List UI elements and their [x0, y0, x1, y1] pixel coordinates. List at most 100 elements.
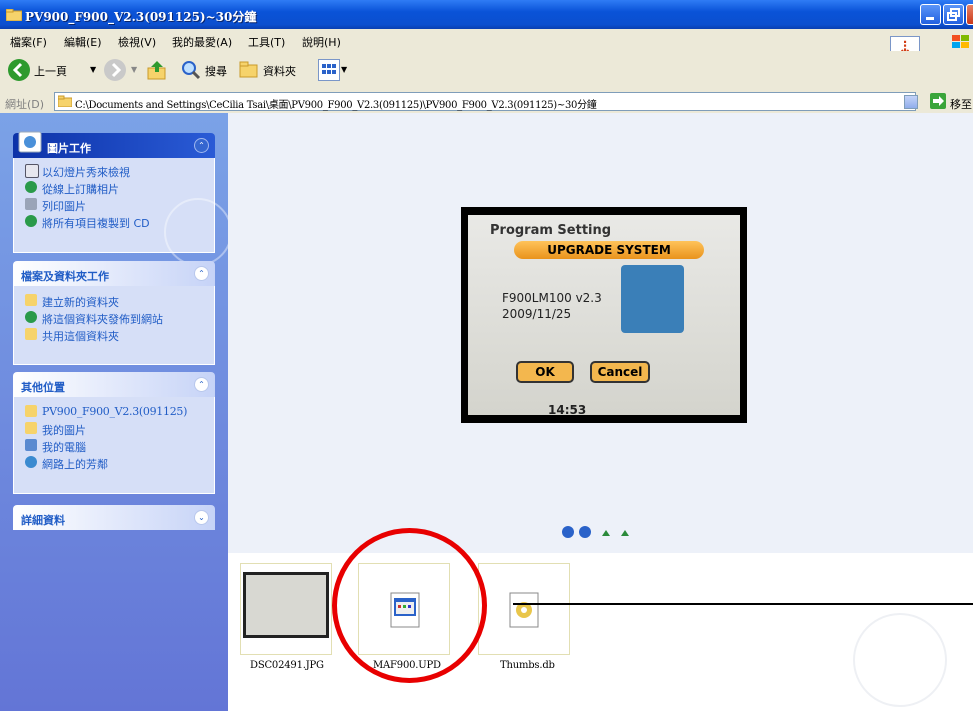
up-folder-icon[interactable] — [146, 59, 168, 81]
restore-button[interactable] — [943, 4, 964, 25]
forward-arrow-icon[interactable] — [104, 59, 126, 81]
file-tasks-panel: 檔案及資料夾工作 ⌃ 建立新的資料夾 將這個資料夾發佈到網站 共用這個資料夾 — [13, 261, 215, 365]
file-thumbnail[interactable] — [240, 563, 332, 655]
menu-file[interactable]: 檔案(F) — [10, 34, 47, 50]
network-icon — [25, 456, 37, 468]
search-icon[interactable] — [180, 59, 202, 81]
search-button[interactable]: 搜尋 — [205, 63, 227, 79]
share-folder-link[interactable]: 共用這個資料夾 — [14, 326, 214, 343]
file-name[interactable]: MAF900.UPD — [373, 660, 441, 671]
firmware-version: F900LM100 v2.3 — [502, 291, 602, 305]
panel-title: 圖片工作 — [47, 142, 91, 155]
picture-tasks-header[interactable]: 圖片工作 ⌃ — [13, 131, 215, 158]
task-pane: 圖片工作 ⌃ 以幻燈片秀來檢視 從線上訂購相片 列印圖片 將所有項目複製到 CD… — [0, 113, 232, 711]
other-places-panel: 其他位置 ⌃ PV900_F900_V2.3(091125) 我的圖片 我的電腦… — [13, 372, 215, 494]
picture-tasks-panel: 圖片工作 ⌃ 以幻燈片秀來檢視 從線上訂購相片 列印圖片 將所有項目複製到 CD — [13, 131, 232, 266]
expand-chevron-icon[interactable]: ⌄ — [194, 510, 209, 525]
computer-icon — [25, 439, 37, 451]
file-thumbnail[interactable] — [358, 563, 450, 655]
close-button[interactable] — [966, 4, 973, 25]
collapse-chevron-icon[interactable]: ⌃ — [194, 377, 209, 392]
db-file-icon — [509, 592, 539, 628]
photo-ok-button: OK — [516, 361, 574, 383]
views-icon[interactable] — [318, 59, 340, 81]
other-places-header[interactable]: 其他位置 ⌃ — [13, 372, 215, 397]
firmware-date: 2009/11/25 — [502, 307, 572, 321]
address-path: C:\Documents and Settings\CeCilia Tsai\桌… — [75, 100, 597, 111]
menu-help[interactable]: 說明(H) — [302, 34, 341, 50]
order-prints-link[interactable]: 從線上訂購相片 — [14, 179, 214, 196]
menu-bar: 檔案(F) 編輯(E) 檢視(V) 我的最愛(A) 工具(T) 說明(H) — [0, 29, 973, 51]
photo-cancel-button: Cancel — [590, 361, 650, 383]
device-clock: 14:53 — [548, 403, 587, 415]
title-bar: PV900_F900_V2.3(091125)~30分鐘 — [0, 0, 973, 29]
content-area: Program Setting UPGRADE SYSTEM F900LM100… — [228, 113, 973, 711]
file-thumbnail[interactable] — [478, 563, 570, 655]
windows-logo-icon — [952, 35, 969, 48]
panel-body: 建立新的資料夾 將這個資料夾發佈到網站 共用這個資料夾 — [13, 286, 215, 365]
parent-folder-link[interactable]: PV900_F900_V2.3(091125) — [14, 403, 214, 420]
panel-body: 以幻燈片秀來檢視 從線上訂購相片 列印圖片 將所有項目複製到 CD — [13, 158, 232, 266]
file-name[interactable]: DSC02491.JPG — [250, 660, 324, 671]
forward-dropdown-icon[interactable]: ▼ — [131, 65, 137, 74]
file-list: DSC02491.JPG MAF900.UPD Thumbs.db — [228, 553, 973, 711]
go-arrow-icon[interactable] — [930, 93, 946, 109]
details-header[interactable]: 詳細資料 ⌄ — [13, 505, 215, 530]
network-places-link[interactable]: 網路上的芳鄰 — [14, 454, 214, 471]
folder-icon — [58, 95, 72, 107]
menu-view[interactable]: 檢視(V) — [118, 34, 156, 50]
collapse-chevron-icon[interactable]: ⌃ — [194, 138, 209, 153]
back-arrow-icon[interactable] — [8, 59, 30, 81]
restore-icon — [947, 8, 960, 21]
globe-icon — [25, 181, 37, 193]
menu-edit[interactable]: 編輯(E) — [64, 34, 102, 50]
watermark-icon — [164, 198, 232, 266]
share-folder-icon — [25, 328, 37, 340]
web-publish-icon — [25, 311, 37, 323]
back-dropdown-icon[interactable]: ▼ — [90, 65, 96, 74]
slideshow-icon — [25, 164, 39, 178]
previous-image-icon[interactable] — [562, 526, 574, 538]
upgrade-system-banner: UPGRADE SYSTEM — [514, 241, 704, 259]
panel-title: 詳細資料 — [21, 514, 65, 527]
address-label: 網址(D) — [5, 98, 45, 111]
new-folder-icon — [25, 294, 37, 306]
rotate-clockwise-icon[interactable] — [601, 528, 613, 537]
publish-folder-link[interactable]: 將這個資料夾發佈到網站 — [14, 309, 214, 326]
cd-icon — [25, 215, 37, 227]
next-image-icon[interactable] — [579, 526, 591, 538]
upd-file-icon — [390, 592, 420, 628]
tools-icon — [621, 265, 684, 333]
rotate-counterclockwise-icon[interactable] — [618, 528, 630, 537]
go-button[interactable]: 移至 — [950, 96, 972, 112]
folder-icon — [6, 9, 22, 21]
program-setting-text: Program Setting — [490, 223, 612, 238]
panel-title: 檔案及資料夾工作 — [21, 270, 109, 283]
address-input[interactable]: C:\Documents and Settings\CeCilia Tsai\桌… — [54, 92, 916, 111]
annotation-line — [513, 603, 973, 605]
printer-icon — [25, 198, 37, 210]
file-name[interactable]: Thumbs.db — [500, 660, 555, 671]
file-tasks-header[interactable]: 檔案及資料夾工作 ⌃ — [13, 261, 215, 286]
new-folder-link[interactable]: 建立新的資料夾 — [14, 292, 214, 309]
my-computer-link[interactable]: 我的電腦 — [14, 437, 214, 454]
back-button[interactable]: 上一頁 — [34, 63, 67, 79]
views-dropdown-icon[interactable]: ▼ — [341, 65, 347, 74]
photo-thumbnail-image — [243, 572, 329, 638]
menu-favorites[interactable]: 我的最愛(A) — [172, 34, 232, 50]
device-screen: Program Setting UPGRADE SYSTEM F900LM100… — [468, 215, 740, 415]
menu-tools[interactable]: 工具(T) — [248, 34, 285, 50]
address-dropdown-icon[interactable] — [904, 95, 918, 109]
toolbar: 上一頁 ▼ ▼ 搜尋 資料夾 ▼ — [0, 51, 973, 92]
my-pictures-link[interactable]: 我的圖片 — [14, 420, 214, 437]
slideshow-link[interactable]: 以幻燈片秀來檢視 — [14, 162, 214, 179]
folders-icon[interactable] — [238, 59, 260, 81]
folders-button[interactable]: 資料夾 — [263, 63, 296, 79]
panel-body: PV900_F900_V2.3(091125) 我的圖片 我的電腦 網路上的芳鄰 — [13, 397, 215, 494]
preview-photo: Program Setting UPGRADE SYSTEM F900LM100… — [461, 207, 747, 423]
window-title: PV900_F900_V2.3(091125)~30分鐘 — [25, 10, 257, 24]
minimize-button[interactable] — [920, 4, 941, 25]
picture-folder-icon — [18, 131, 42, 153]
collapse-chevron-icon[interactable]: ⌃ — [194, 266, 209, 281]
folder-icon — [25, 405, 37, 417]
